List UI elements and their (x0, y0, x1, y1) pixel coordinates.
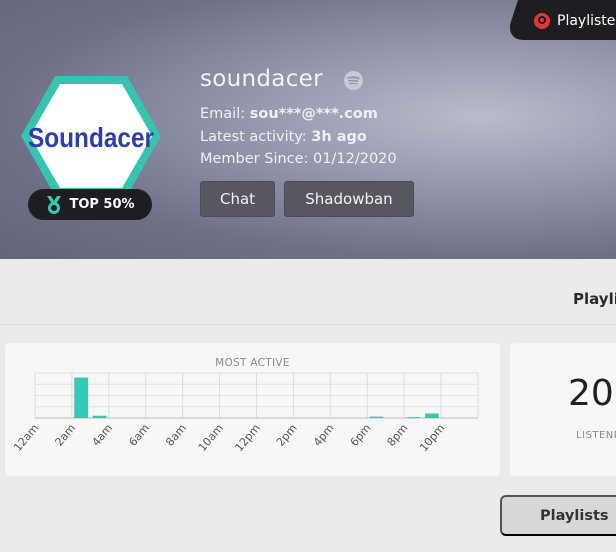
chat-button[interactable]: Chat (200, 181, 275, 217)
x-tick-label: 6pm (348, 422, 374, 449)
most-active-chart: 12am 2am 4am 6am 8am 10am 12pm 2pm 4pm 6pm 8pm 10pm (11, 372, 479, 455)
rank-badge: TOP 50% (28, 189, 152, 220)
activity-value: 3h ago (311, 129, 367, 145)
chart-bar (92, 415, 107, 418)
playlists-button[interactable]: Playlists (500, 495, 616, 536)
x-tick-label: 2am (53, 422, 79, 449)
x-tick-label: 6am (126, 422, 152, 449)
section-tab-bar (0, 259, 616, 325)
latest-activity-line: Latest activity: 3h ago (200, 129, 367, 145)
x-tick-label: 4am (89, 422, 115, 449)
x-tick-label: 12am (11, 422, 41, 454)
badge-label: TOP 50% (69, 197, 135, 212)
medal-icon (47, 195, 62, 214)
playlister-logo-icon (534, 13, 550, 29)
x-tick-label: 10pm (417, 422, 447, 455)
chart-bar (424, 413, 439, 418)
chart-bar (74, 377, 89, 418)
x-tick-label: 10am (196, 422, 226, 454)
x-tick-label: 12pm (232, 422, 262, 455)
listeners-count: 20 (568, 373, 614, 414)
playlist-tab[interactable]: Playlisters (533, 10, 616, 32)
username: soundacer (200, 66, 323, 92)
email-label: Email: (200, 106, 246, 122)
x-tick-label: 8am (163, 422, 189, 449)
x-tick-label: 2pm (274, 422, 300, 449)
x-tick-label: 8pm (385, 422, 411, 449)
avatar[interactable]: Soundacer (18, 73, 164, 199)
spotify-icon[interactable] (344, 71, 363, 90)
chart-bar (369, 416, 384, 418)
email-line: Email: sou***@***.com (200, 106, 378, 122)
section-tab-playlists[interactable]: Playlists (573, 290, 616, 308)
playlist-tab-label: Playlisters (557, 13, 616, 29)
chart-bar (406, 417, 421, 419)
email-value: sou***@***.com (249, 106, 378, 122)
activity-label: Latest activity: (200, 129, 307, 145)
x-tick-label: 4pm (311, 422, 337, 449)
avatar-logo-text: Soundacer (28, 122, 154, 153)
member-since: Member Since: 01/12/2020 (200, 151, 397, 167)
shadowban-button[interactable]: Shadowban (284, 181, 414, 217)
listeners-label: LISTENERS (576, 430, 616, 441)
